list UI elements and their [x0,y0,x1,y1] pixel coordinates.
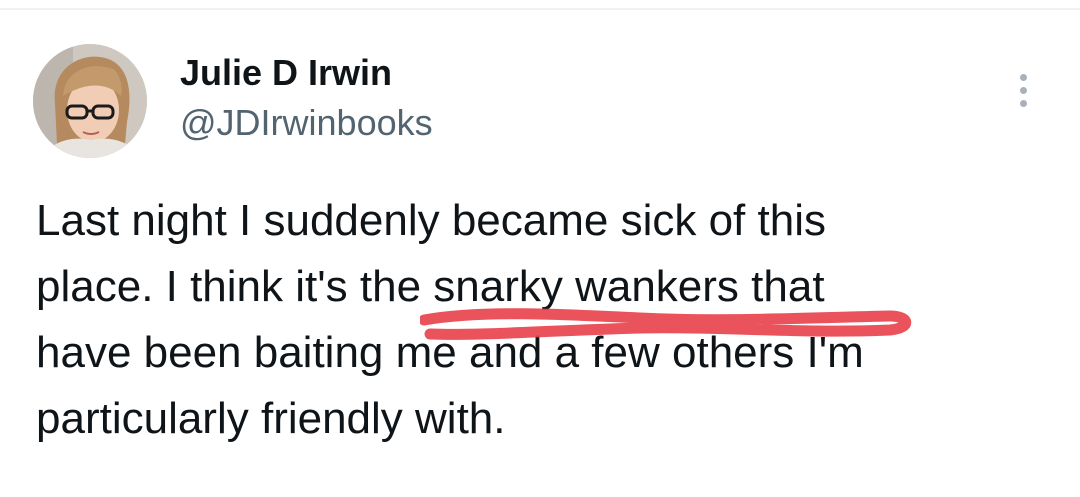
tweet-text-line: have been baiting me and a few others I'… [36,328,864,377]
tweet-text-line: particularly friendly with. [36,394,506,443]
more-vertical-icon-dot [1020,100,1027,107]
tweet-text-line: Last night I suddenly became sick of thi… [36,196,826,245]
more-options-button[interactable] [1004,70,1044,110]
more-vertical-icon-dot [1020,87,1027,94]
tweet-text-line: place. I think it's the snarky wankers t… [36,262,825,311]
tweet: Julie D Irwin @JDIrwinbooks Last night I… [0,0,1080,497]
more-vertical-icon [1020,74,1027,81]
avatar-photo-icon [33,44,147,158]
avatar[interactable] [33,44,147,158]
author-display-name[interactable]: Julie D Irwin [180,52,392,94]
author-handle[interactable]: @JDIrwinbooks [180,102,433,144]
tweet-text: Last night I suddenly became sick of thi… [36,188,1046,452]
